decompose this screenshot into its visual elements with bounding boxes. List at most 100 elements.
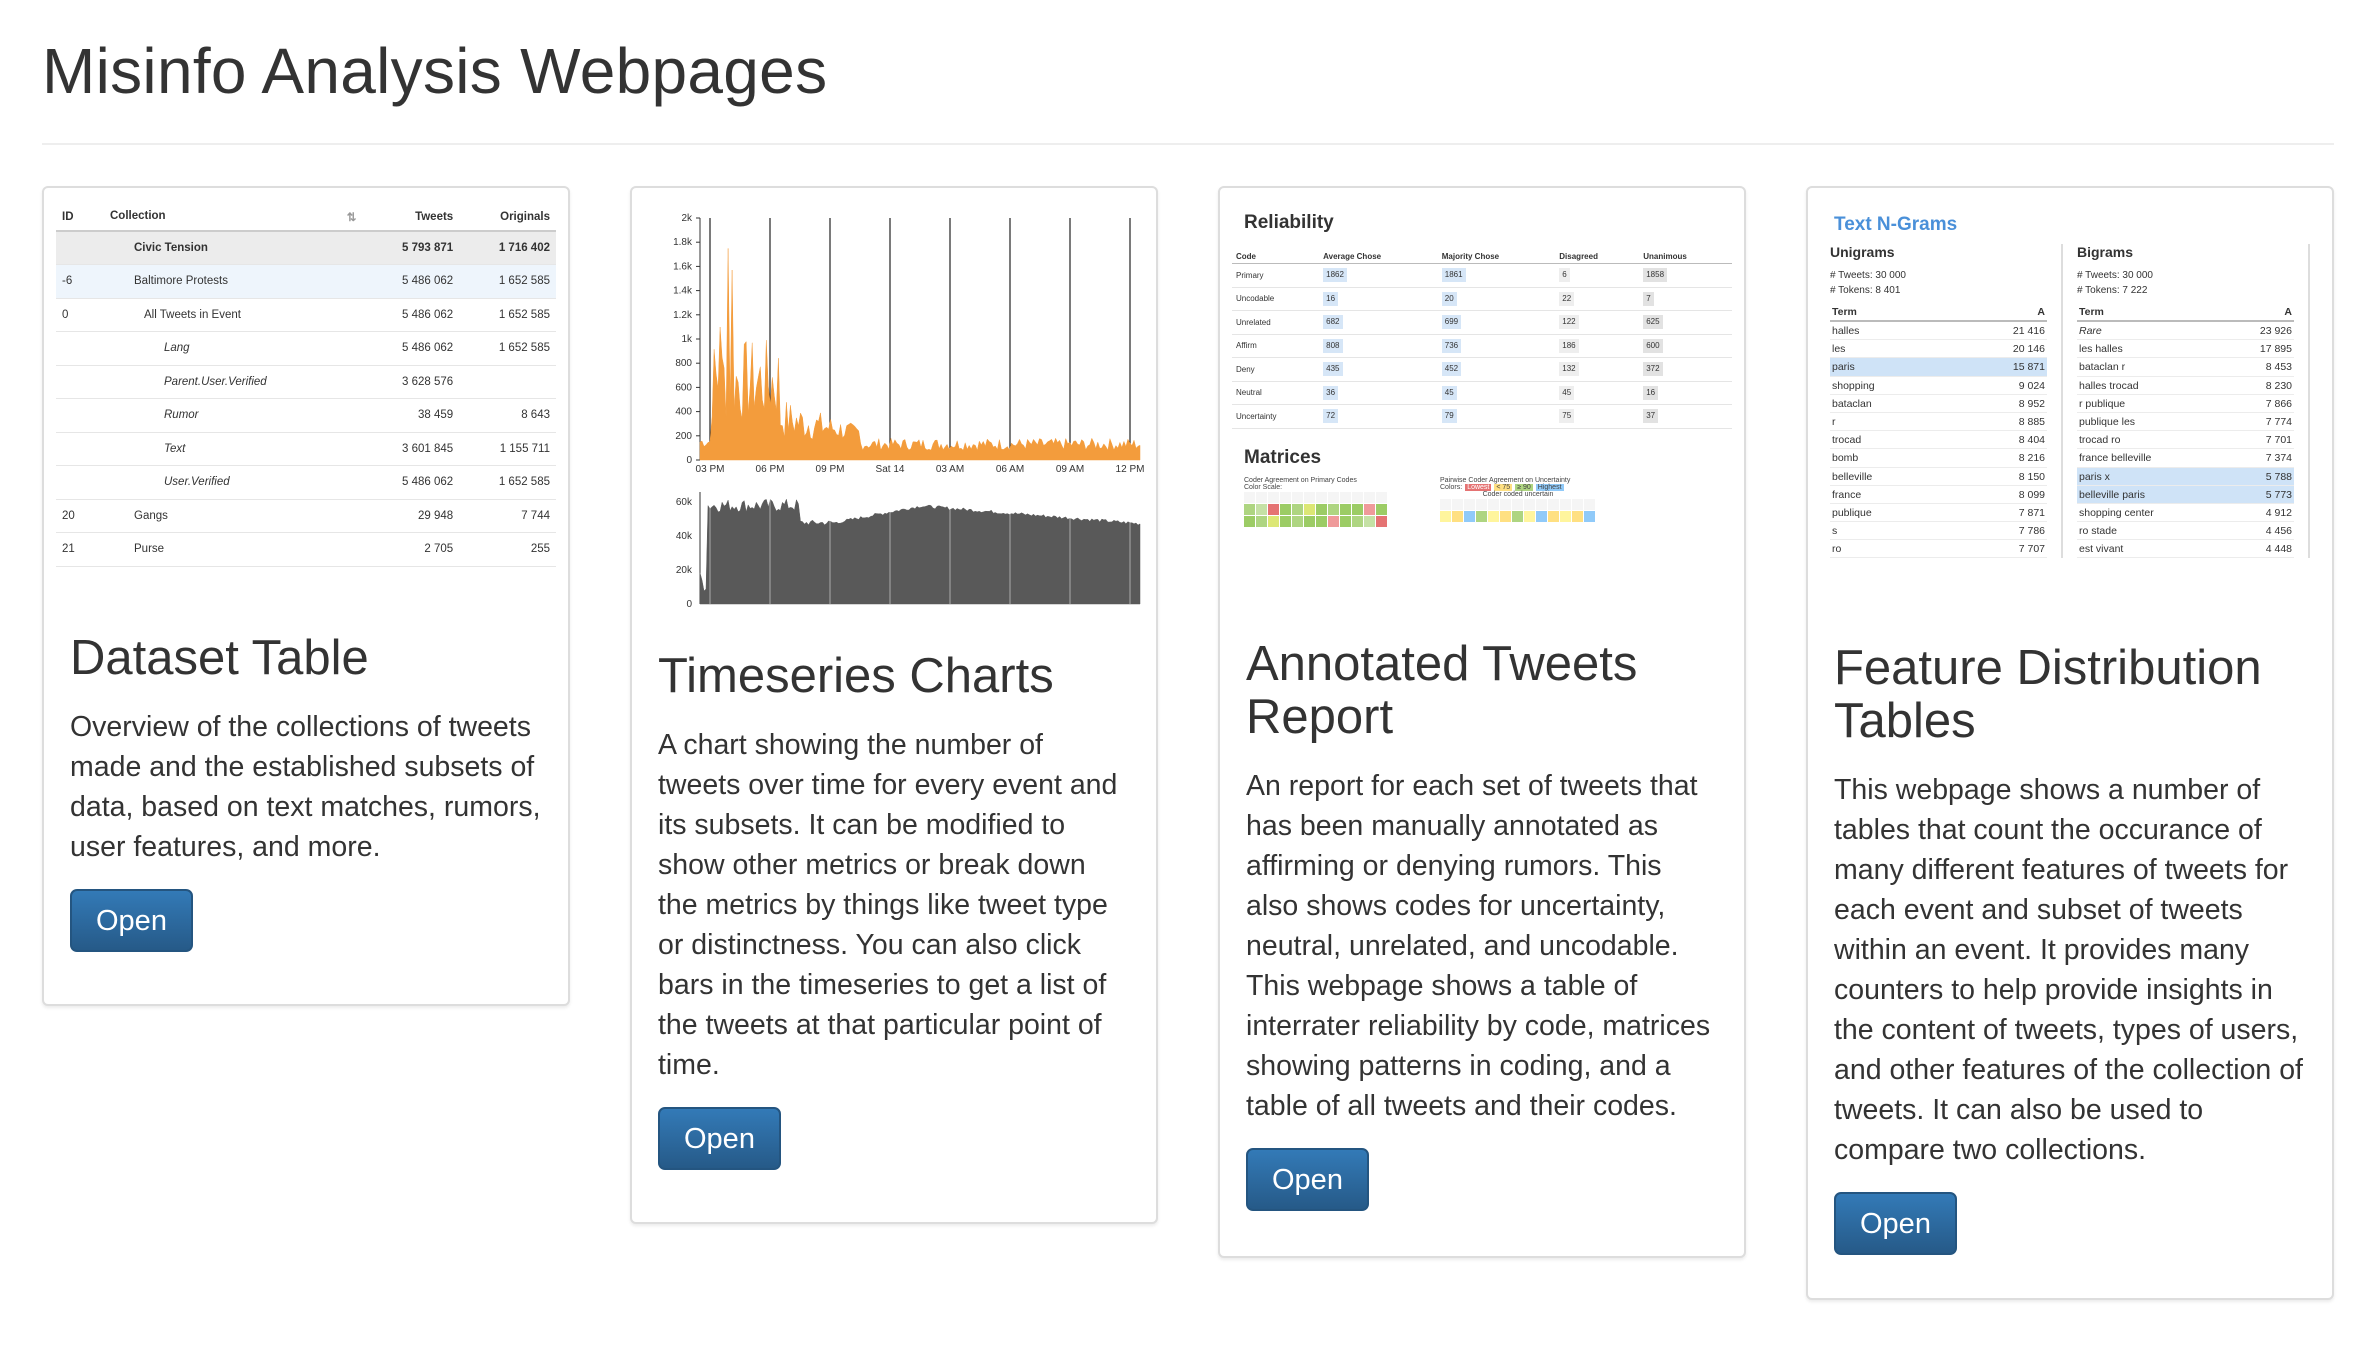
value-bar: 808	[1323, 338, 1343, 353]
table-row[interactable]: Text 3 601 845 1 155 711	[56, 432, 556, 466]
cell-code: Deny	[1232, 357, 1320, 382]
col-originals: Originals	[459, 200, 556, 232]
value-bar: 72	[1323, 409, 1339, 424]
list-item[interactable]: est vivant 4 448	[2077, 540, 2294, 559]
scrollbar[interactable]	[2308, 244, 2310, 559]
x-tick-label: 09 AM	[1056, 464, 1084, 475]
value-bar: 699	[1441, 315, 1462, 330]
list-item[interactable]: belleville paris 5 773	[2077, 485, 2294, 504]
table-row[interactable]: -6 Baltimore Protests 5 486 062 1 652 585	[56, 264, 556, 299]
list-item[interactable]: r 8 885	[1830, 413, 2047, 432]
list-item[interactable]: ro 7 707	[1830, 540, 2047, 559]
table-row[interactable]: Parent.User.Verified 3 628 576	[56, 365, 556, 399]
cell-id	[56, 398, 104, 433]
cell-una: 625	[1639, 310, 1732, 335]
cell-dis: 186	[1555, 334, 1640, 358]
cell-una: 16	[1639, 381, 1732, 405]
count: 8 404	[2018, 434, 2045, 447]
y-tick-label: 600	[675, 382, 692, 393]
scrollbar[interactable]	[2061, 244, 2063, 559]
cell-code: Uncodable	[1232, 287, 1320, 311]
list-item[interactable]: trocad 8 404	[1830, 431, 2047, 450]
list-item[interactable]: halles 21 416	[1830, 322, 2047, 341]
cell-maj: 1861	[1437, 263, 1556, 288]
table-row[interactable]: 0 All Tweets in Event 5 486 062 1 652 585	[56, 298, 556, 332]
matrix-cell	[1328, 491, 1339, 503]
cell-tweets: 3 601 845	[362, 432, 460, 466]
list-item[interactable]: Rare 23 926	[2077, 322, 2294, 341]
count: 4 456	[2265, 525, 2292, 538]
table-row[interactable]: 20 Gangs 29 948 7 744	[56, 499, 556, 533]
col-term: Term	[1832, 306, 1857, 318]
matrix-cell	[1292, 503, 1303, 515]
count: 8 216	[2018, 452, 2045, 465]
y-tick-label: 1.8k	[673, 237, 693, 248]
value-bar: 22	[1559, 291, 1575, 306]
list-item[interactable]: les 20 146	[1830, 340, 2047, 359]
y-tick-label: 0	[686, 599, 692, 610]
list-item[interactable]: bomb 8 216	[1830, 449, 2047, 468]
table-row[interactable]: Rumor 38 459 8 643	[56, 398, 556, 433]
count: 8 150	[2018, 470, 2045, 483]
col-collection: Collection ⇅	[104, 200, 363, 232]
matrix-cell	[1584, 510, 1595, 522]
open-button[interactable]: Open	[70, 888, 193, 952]
count: 23 926	[2259, 325, 2292, 337]
list-item[interactable]: r publique 7 866	[2077, 395, 2294, 413]
col-term: Term	[2079, 306, 2104, 318]
title-divider	[42, 143, 2334, 145]
list-item[interactable]: shopping center 4 912	[2077, 504, 2294, 523]
list-item[interactable]: les halles 17 895	[2077, 340, 2294, 359]
matrix-cell	[1500, 510, 1511, 522]
open-button[interactable]: Open	[1834, 1191, 1957, 1255]
count: 7 374	[2265, 452, 2292, 465]
list-item[interactable]: france belleville 7 374	[2077, 449, 2294, 468]
list-item[interactable]: s 7 786	[1830, 522, 2047, 541]
y-tick-label: 20k	[676, 565, 693, 576]
cell-una: 1858	[1639, 263, 1732, 288]
list-item[interactable]: shopping 9 024	[1830, 377, 2047, 395]
matrix-cell	[1244, 515, 1255, 527]
list-item[interactable]: publique les 7 774	[2077, 413, 2294, 432]
card-title: Timeseries Charts	[658, 649, 1054, 703]
term: bataclan r	[2079, 361, 2126, 374]
matrix-cell	[1548, 498, 1559, 510]
list-item[interactable]: paris 15 871	[1830, 358, 2047, 377]
y-tick-label: 1.4k	[673, 286, 693, 297]
list-item[interactable]: bataclan 8 952	[1830, 395, 2047, 413]
value-bar: 45	[1559, 385, 1575, 400]
count: 8 885	[2018, 415, 2045, 428]
table-row[interactable]: Civic Tension 5 793 871 1 716 402	[56, 231, 556, 265]
list-item[interactable]: bataclan r 8 453	[2077, 358, 2294, 377]
cell-maj: 452	[1437, 357, 1556, 382]
list-item[interactable]: trocad ro 7 701	[2077, 431, 2294, 450]
cell-maj: 736	[1437, 334, 1556, 358]
unigrams-tweet-count: # Tweets: 30 000	[1830, 270, 1906, 281]
cell-avg: 808	[1319, 334, 1438, 358]
matrix-cell	[1512, 510, 1523, 522]
card-title: Annotated Tweets Report	[1246, 637, 1638, 744]
table-row[interactable]: Lang 5 486 062 1 652 585	[56, 331, 556, 366]
list-item[interactable]: belleville 8 150	[1830, 468, 2047, 486]
list-item[interactable]: paris x 5 788	[2077, 467, 2294, 486]
table-row[interactable]: 21 Purse 2 705 255	[56, 532, 556, 567]
term: bomb	[1832, 452, 1859, 465]
y-tick-label: 0	[686, 455, 692, 466]
matrix-row	[1244, 503, 1388, 515]
matrix-cell	[1304, 503, 1315, 515]
cell-maj: 45	[1437, 381, 1556, 405]
open-button[interactable]: Open	[1246, 1147, 1369, 1211]
cell-code: Unrelated	[1232, 310, 1320, 335]
table-row[interactable]: User.Verified 5 486 062 1 652 585	[56, 465, 556, 500]
cell-dis: 6	[1555, 263, 1640, 288]
open-button[interactable]: Open	[658, 1106, 781, 1170]
cell-una: 37	[1639, 404, 1732, 429]
list-item[interactable]: halles trocad 8 230	[2077, 377, 2294, 395]
cell-originals: 8 643	[459, 398, 556, 433]
list-item[interactable]: france 8 099	[1830, 486, 2047, 504]
matrix-cell	[1512, 498, 1523, 510]
cell-originals: 1 716 402	[459, 231, 556, 265]
matrix-cell	[1316, 515, 1327, 527]
list-item[interactable]: ro stade 4 456	[2077, 522, 2294, 541]
list-item[interactable]: publique 7 871	[1830, 504, 2047, 523]
